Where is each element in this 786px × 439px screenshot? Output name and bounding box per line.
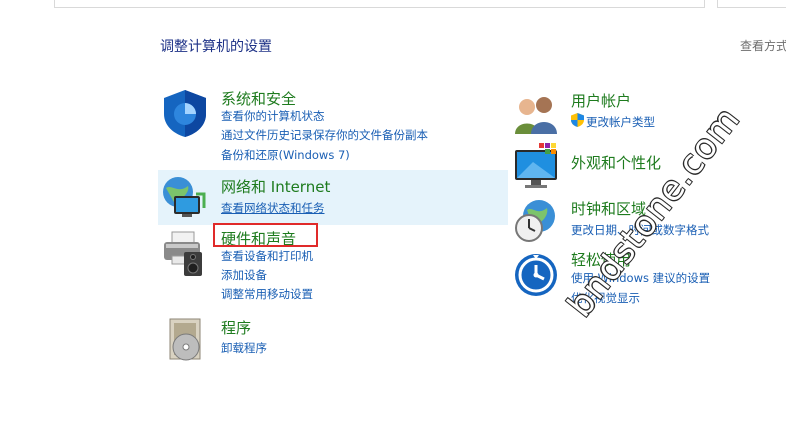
link-file-history-backup[interactable]: 通过文件历史记录保存你的文件备份副本 — [221, 127, 428, 143]
address-dropdown-button[interactable] — [670, 0, 705, 8]
link-view-computer-status[interactable]: 查看你的计算机状态 — [221, 108, 325, 124]
programs-disc-icon — [169, 318, 201, 361]
network-globe-icon — [163, 177, 206, 217]
category-title[interactable]: 用户帐户 — [571, 90, 631, 111]
page-title: 调整计算机的设置 — [160, 39, 272, 55]
link-mobility-settings[interactable]: 调整常用移动设置 — [221, 286, 313, 302]
printer-speaker-icon — [164, 231, 202, 276]
link-devices-printers[interactable]: 查看设备和打印机 — [221, 248, 313, 264]
link-network-status-tasks[interactable]: 查看网络状态和任务 — [221, 200, 325, 216]
ease-of-access-icon — [515, 254, 557, 296]
view-by-label[interactable]: 查看方式 — [740, 37, 786, 54]
top-bar — [0, 0, 786, 9]
category-title[interactable]: 网络和 Internet — [221, 176, 330, 197]
link-add-device[interactable]: 添加设备 — [221, 267, 267, 283]
link-backup-restore[interactable]: 备份和还原(Windows 7) — [221, 147, 350, 163]
search-input[interactable] — [717, 0, 786, 8]
category-title[interactable]: 程序 — [221, 317, 251, 338]
monitor-palette-icon — [515, 143, 557, 188]
category-title[interactable]: 外观和个性化 — [571, 152, 661, 173]
clock-globe-icon — [515, 200, 555, 242]
uac-shield-icon — [571, 113, 584, 127]
category-title[interactable]: 系统和安全 — [221, 88, 296, 109]
network-hover-highlight — [158, 170, 508, 225]
link-change-account-type[interactable]: 更改帐户类型 — [586, 114, 655, 130]
shield-icon — [164, 90, 206, 137]
link-uninstall-program[interactable]: 卸载程序 — [221, 340, 267, 356]
users-icon — [515, 97, 557, 134]
address-bar[interactable] — [54, 0, 672, 8]
highlight-box — [213, 223, 318, 247]
